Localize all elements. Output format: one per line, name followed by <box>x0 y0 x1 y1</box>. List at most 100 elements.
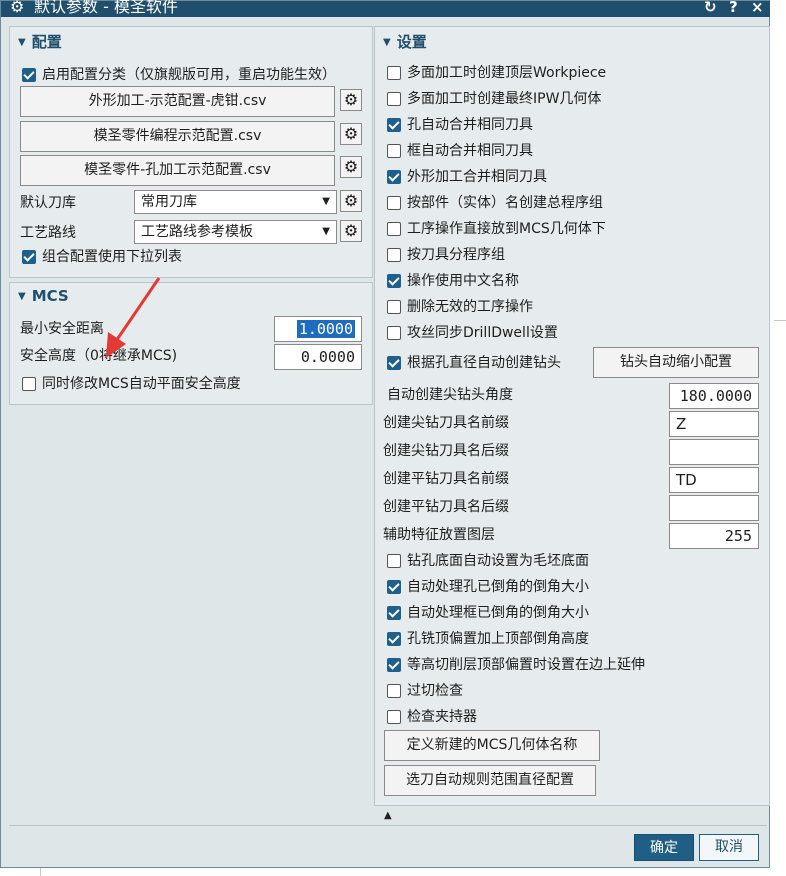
checkbox-label: 检查夹持器 <box>407 709 477 725</box>
checkbox[interactable] <box>387 580 401 594</box>
dialog-window: ⚙ 默认参数 - 模圣软件 ↻ ? × ▼ 配置 启用配置分类（仅旗舰版可用，重启… <box>0 0 771 868</box>
window-title: 默认参数 - 模圣软件 <box>34 0 178 16</box>
checkbox[interactable] <box>387 684 401 698</box>
background-strip <box>770 0 786 876</box>
combo-dropdown-label: 组合配置使用下拉列表 <box>42 249 182 265</box>
ok-button[interactable]: 确定 <box>634 834 694 861</box>
config-group: ▼ 配置 启用配置分类（仅旗舰版可用，重启功能生效） 外形加工-示范配置-虎钳.c… <box>9 26 373 278</box>
gear-icon[interactable]: ⚙ <box>340 190 362 212</box>
checkbox-label: 工序操作直接放到MCS几何体下 <box>407 221 606 237</box>
checkbox[interactable] <box>387 222 401 236</box>
checkbox-label: 多面加工时创建最终IPW几何体 <box>407 91 602 107</box>
checkbox[interactable] <box>387 606 401 620</box>
safe-height-input[interactable]: 0.0000 <box>274 344 362 370</box>
checkbox-label: 自动处理框已倒角的倒角大小 <box>407 605 589 621</box>
checkbox-label: 按部件（实体）名创建总程序组 <box>407 195 603 211</box>
config-file-button-3[interactable]: 模圣零件-孔加工示范配置.csv <box>20 155 335 186</box>
tool-library-select[interactable]: 常用刀库 ▼ <box>134 190 337 214</box>
checkbox[interactable] <box>387 170 401 184</box>
checkbox-label: 等高切削层顶部偏置时设置在边上延伸 <box>407 657 645 673</box>
gear-icon[interactable]: ⚙ <box>340 220 362 242</box>
checkbox[interactable] <box>387 326 401 340</box>
close-icon[interactable]: × <box>751 0 764 16</box>
checkbox[interactable] <box>387 658 401 672</box>
triangle-up-icon[interactable]: ▲ <box>384 810 392 821</box>
checkbox-label: 操作使用中文名称 <box>407 273 519 289</box>
red-arrow-icon <box>106 277 161 358</box>
config-file-button-2[interactable]: 模圣零件编程示范配置.csv <box>20 121 335 152</box>
triangle-down-icon: ▼ <box>383 37 391 48</box>
field-label: 创建平钻刀具名后缀 <box>383 499 509 515</box>
config-file-button-1[interactable]: 外形加工-示范配置-虎钳.csv <box>20 86 335 117</box>
field-input[interactable]: Z <box>669 411 759 437</box>
gear-icon[interactable]: ⚙ <box>340 156 362 178</box>
checkbox[interactable] <box>387 144 401 158</box>
checkbox-label: 钻孔底面自动设置为毛坯底面 <box>407 553 589 569</box>
auto-drill-checkbox[interactable] <box>387 356 401 370</box>
tool-library-label: 默认刀库 <box>20 195 76 211</box>
field-input[interactable]: 255 <box>669 523 759 549</box>
settings-group-header[interactable]: ▼ 设置 <box>383 31 427 52</box>
background-strip-bottom <box>0 868 786 876</box>
chevron-down-icon: ▼ <box>322 226 330 237</box>
checkbox-label: 孔铣顶偏置加上顶部倒角高度 <box>407 631 589 647</box>
auto-drill-label: 根据孔直径自动创建钻头 <box>407 355 561 371</box>
field-input[interactable]: TD <box>669 467 759 493</box>
checkbox[interactable] <box>387 274 401 288</box>
combo-dropdown-checkbox[interactable] <box>22 250 36 264</box>
config-group-header[interactable]: ▼ 配置 <box>18 31 62 52</box>
checkbox[interactable] <box>387 92 401 106</box>
triangle-down-icon: ▼ <box>18 37 26 48</box>
field-input[interactable] <box>669 495 759 521</box>
min-safe-distance-label: 最小安全距离 <box>20 321 104 337</box>
checkbox-label: 删除无效的工序操作 <box>407 299 533 315</box>
help-icon[interactable]: ? <box>729 0 738 16</box>
checkbox-label: 多面加工时创建顶层Workpiece <box>407 65 607 81</box>
divider <box>40 868 41 876</box>
field-label: 创建尖钻刀具名后缀 <box>383 443 509 459</box>
min-safe-distance-input[interactable]: 1.0000 <box>274 316 362 342</box>
gear-icon: ⚙ <box>10 0 25 16</box>
modify-plane-label: 同时修改MCS自动平面安全高度 <box>42 376 241 392</box>
reset-icon[interactable]: ↻ <box>704 0 717 16</box>
settings-group: ▼ 设置 多面加工时创建顶层Workpiece 多面加工时创建最终IPW几何体 孔自动… <box>374 26 770 806</box>
checkbox[interactable] <box>387 300 401 314</box>
process-route-select[interactable]: 工艺路线参考模板 ▼ <box>134 220 337 244</box>
enable-category-label: 启用配置分类（仅旗舰版可用，重启功能生效） <box>42 67 336 83</box>
checkbox-label: 攻丝同步DrillDwell设置 <box>407 325 558 341</box>
field-label: 辅助特征放置图层 <box>383 527 495 543</box>
checkbox-label: 外形加工合并相同刀具 <box>407 169 547 185</box>
checkbox-label: 自动处理孔已倒角的倒角大小 <box>407 579 589 595</box>
checkbox-label: 过切检查 <box>407 683 463 699</box>
checkbox-label: 框自动合并相同刀具 <box>407 143 533 159</box>
checkbox[interactable] <box>387 118 401 132</box>
checkbox[interactable] <box>387 710 401 724</box>
field-input[interactable]: 180.0000 <box>669 383 759 409</box>
tool-range-config-button[interactable]: 选刀自动规则范围直径配置 <box>384 765 596 796</box>
define-mcs-name-button[interactable]: 定义新建的MCS几何体名称 <box>384 730 600 761</box>
checkbox[interactable] <box>387 248 401 262</box>
gear-icon[interactable]: ⚙ <box>340 89 362 111</box>
drill-shrink-config-button[interactable]: 钻头自动缩小配置 <box>593 347 759 378</box>
gear-icon[interactable]: ⚙ <box>340 123 362 145</box>
footer-divider <box>9 825 767 826</box>
divider <box>774 320 786 321</box>
checkbox-label: 按刀具分程序组 <box>407 247 505 263</box>
checkbox[interactable] <box>387 554 401 568</box>
checkbox[interactable] <box>387 196 401 210</box>
enable-category-checkbox[interactable] <box>22 68 36 82</box>
mcs-group-header[interactable]: ▼ MCS <box>18 287 69 305</box>
field-label: 自动创建尖钻头角度 <box>387 387 513 403</box>
field-label: 创建尖钻刀具名前缀 <box>383 415 509 431</box>
title-bar[interactable]: ⚙ 默认参数 - 模圣软件 ↻ ? × <box>1 0 771 17</box>
modify-plane-checkbox[interactable] <box>22 377 36 391</box>
cancel-button[interactable]: 取消 <box>699 834 759 861</box>
checkbox[interactable] <box>387 66 401 80</box>
triangle-down-icon: ▼ <box>18 291 26 302</box>
field-label: 创建平钻刀具名前缀 <box>383 471 509 487</box>
process-route-label: 工艺路线 <box>20 225 76 241</box>
mcs-group: ▼ MCS 最小安全距离 1.0000 安全高度（0将继承MCS) 0.0000 … <box>9 282 373 405</box>
checkbox[interactable] <box>387 632 401 646</box>
chevron-down-icon: ▼ <box>322 196 330 207</box>
field-input[interactable] <box>669 439 759 465</box>
